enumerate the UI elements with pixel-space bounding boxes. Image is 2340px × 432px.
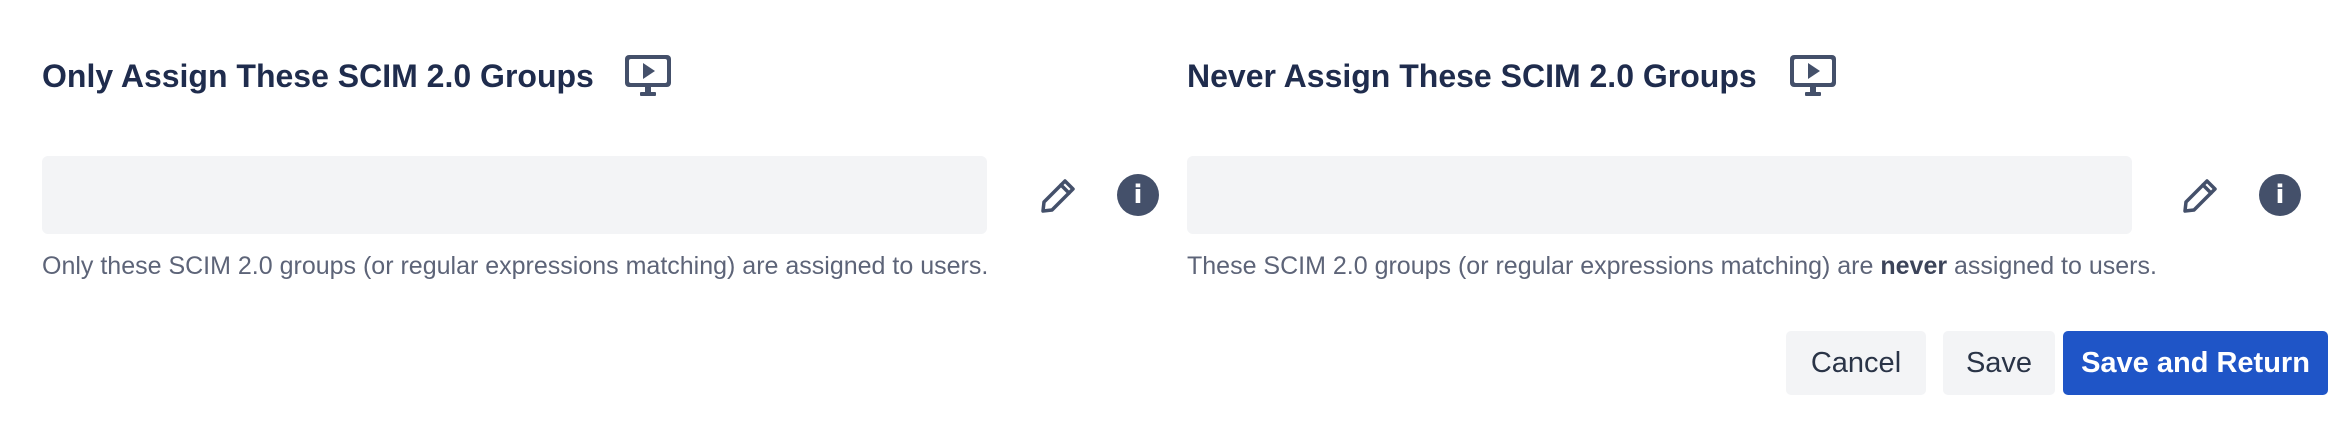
save-button[interactable]: Save <box>1943 331 2055 395</box>
only-assign-groups-section: Only Assign These SCIM 2.0 Groups i Only… <box>42 0 1159 300</box>
help-suffix: assigned to users. <box>1947 252 2157 280</box>
pencil-icon[interactable] <box>2180 176 2220 216</box>
help-prefix: These SCIM 2.0 groups (or regular expres… <box>1187 252 1881 280</box>
video-tutorial-icon[interactable] <box>1789 54 1837 98</box>
never-assign-help-text: These SCIM 2.0 groups (or regular expres… <box>1187 252 2157 281</box>
help-emphasis: never <box>1880 252 1948 280</box>
only-assign-groups-input[interactable] <box>42 156 987 234</box>
save-and-return-button[interactable]: Save and Return <box>2063 331 2328 395</box>
pencil-icon[interactable] <box>1038 176 1078 216</box>
never-assign-title: Never Assign These SCIM 2.0 Groups <box>1187 58 1757 94</box>
only-assign-help-text: Only these SCIM 2.0 groups (or regular e… <box>42 252 989 280</box>
info-icon[interactable]: i <box>2259 174 2301 216</box>
only-assign-title: Only Assign These SCIM 2.0 Groups <box>42 58 594 94</box>
info-icon[interactable]: i <box>1117 174 1159 216</box>
never-assign-groups-section: Never Assign These SCIM 2.0 Groups i The… <box>1187 0 2337 300</box>
video-tutorial-icon[interactable] <box>624 54 672 98</box>
never-assign-groups-input[interactable] <box>1187 156 2132 234</box>
cancel-button[interactable]: Cancel <box>1786 331 1926 395</box>
